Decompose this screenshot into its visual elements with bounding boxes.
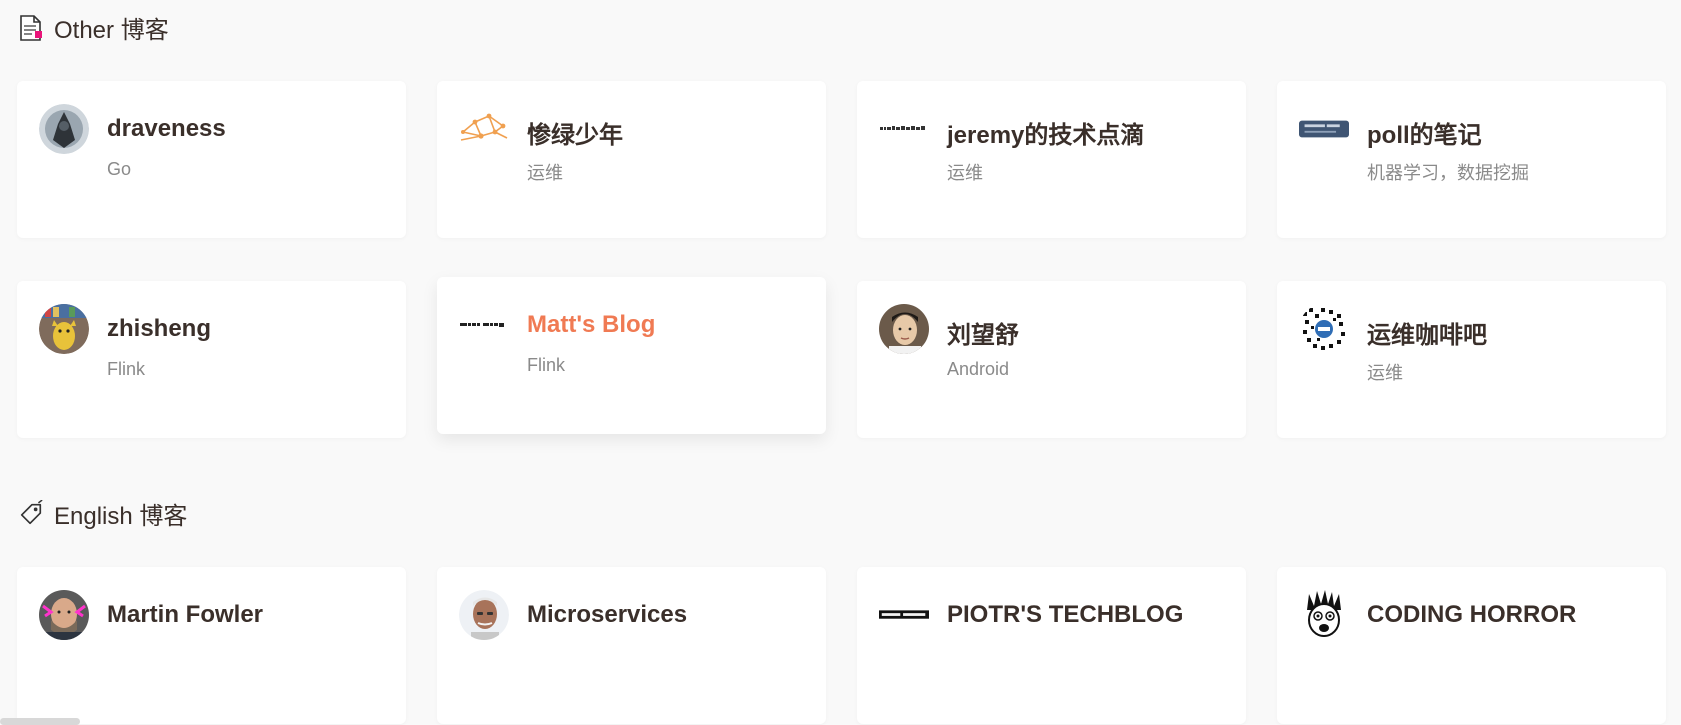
blog-card-zhisheng[interactable]: zhisheng Flink <box>17 281 406 438</box>
section-title-text: Other 博客 <box>54 17 169 44</box>
blog-title: jeremy的技术点滴 <box>947 122 1145 149</box>
blog-category: Flink <box>107 359 146 379</box>
blog-title: PIOTR'S TECHBLOG <box>947 601 1184 628</box>
network-logo-avatar <box>460 113 508 141</box>
blog-category: 运维 <box>947 163 983 183</box>
blog-card-yunwei-cafe[interactable]: 运维咖啡吧 运维 <box>1277 281 1666 438</box>
blog-title: zhisheng <box>107 315 212 342</box>
blog-title: Martin Fowler <box>107 601 264 628</box>
section-title-other: Other 博客 <box>18 10 169 45</box>
blog-card-poll[interactable]: poll的笔记 机器学习，数据挖掘 <box>1277 81 1666 238</box>
coding-horror-avatar <box>1307 590 1341 637</box>
blog-category: Go <box>107 159 132 179</box>
horizontal-scrollbar-thumb[interactable] <box>0 718 80 725</box>
tag-icon <box>20 499 43 524</box>
qr-code-avatar <box>1299 304 1349 354</box>
document-icon <box>20 14 42 41</box>
blog-card-jeremy[interactable]: jeremy的技术点滴 运维 <box>857 81 1246 238</box>
blog-card-canlvshaonian[interactable]: 惨绿少年 运维 <box>437 81 826 238</box>
blog-category: 运维 <box>527 163 563 183</box>
blog-category: Android <box>947 359 1010 379</box>
blog-category: 运维 <box>1367 363 1403 383</box>
blog-title: 惨绿少年 <box>527 122 623 149</box>
blog-title: Matt's Blog <box>527 311 656 338</box>
blog-card-piotr[interactable]: PIOTR'S TECHBLOG <box>857 567 1246 724</box>
blog-links-page: Other 博客 draveness Go 惨绿少年 运维 jeremy的技术点… <box>0 0 1681 725</box>
blog-card-coding-horror[interactable]: CODING HORROR <box>1277 567 1666 724</box>
blog-card-draveness[interactable]: draveness Go <box>17 81 406 238</box>
zhisheng-avatar <box>39 304 89 354</box>
blog-card-liuwangshu[interactable]: 刘望舒 Android <box>857 281 1246 438</box>
blog-card-microservices[interactable]: Microservices <box>437 567 826 724</box>
section-title-english: English 博客 <box>18 496 187 531</box>
blog-title: CODING HORROR <box>1367 601 1577 628</box>
liuwangshu-avatar <box>879 304 929 354</box>
microservices-avatar <box>459 590 509 640</box>
blog-category: 机器学习，数据挖掘 <box>1367 163 1529 183</box>
blog-card-matts-blog[interactable]: Matt's Blog Flink <box>437 277 826 434</box>
matts-blog-text-logo <box>460 323 504 327</box>
blog-title: poll的笔记 <box>1367 122 1482 149</box>
blog-title: draveness <box>107 115 226 142</box>
draveness-avatar <box>39 104 89 154</box>
blog-title: Microservices <box>527 601 688 628</box>
blog-title: 刘望舒 <box>947 322 1019 349</box>
piotr-banner-logo <box>879 610 929 619</box>
martin-fowler-avatar <box>39 590 89 640</box>
poll-banner-logo <box>1299 120 1349 138</box>
jeremy-text-logo <box>879 126 929 131</box>
section-title-text: English 博客 <box>54 503 188 530</box>
blog-card-martin-fowler[interactable]: Martin Fowler <box>17 567 406 724</box>
blog-category: Flink <box>527 355 566 375</box>
blog-title: 运维咖啡吧 <box>1367 322 1487 349</box>
